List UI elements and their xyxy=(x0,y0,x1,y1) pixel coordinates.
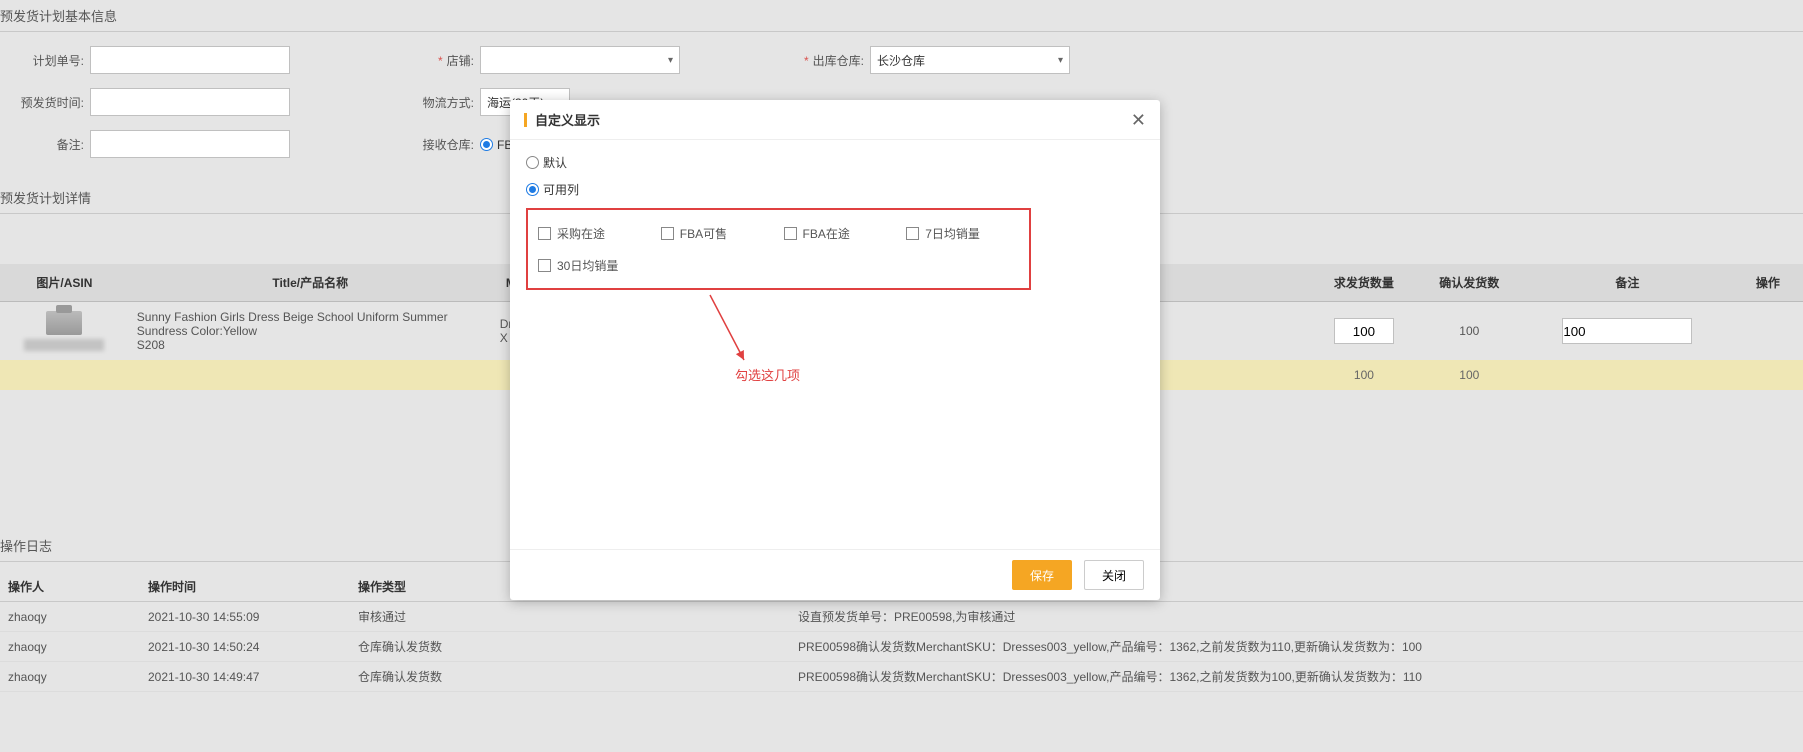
log-op: zhaoqy xyxy=(0,632,140,662)
log-time: 2021-10-30 14:55:09 xyxy=(140,602,350,632)
checkbox-col-fba-sellable[interactable]: FBA可售 xyxy=(661,225,774,242)
label-remark: 备注: xyxy=(0,136,90,153)
select-out-warehouse-value: 长沙仓库 xyxy=(877,52,925,69)
log-time: 2021-10-30 14:49:47 xyxy=(140,662,350,692)
radio-icon xyxy=(526,183,539,196)
product-image xyxy=(46,311,82,335)
checkbox-col-7day-avg[interactable]: 7日均销量 xyxy=(906,225,1019,242)
modal-title: 自定义显示 xyxy=(535,110,600,129)
th-remark: 备注 xyxy=(1522,264,1733,302)
th-op: 操作 xyxy=(1733,264,1803,302)
chevron-down-icon: ▾ xyxy=(668,55,673,66)
custom-columns-modal: 自定义显示 ✕ 默认 可用列 采购在途 FBA可售 FBA在途 xyxy=(510,100,1160,600)
input-preship-time[interactable] xyxy=(90,88,290,116)
input-req-qty[interactable] xyxy=(1334,318,1394,344)
log-time: 2021-10-30 14:50:24 xyxy=(140,632,350,662)
checkbox-icon xyxy=(661,227,674,240)
chk-label: 7日均销量 xyxy=(925,225,980,242)
radio-icon xyxy=(480,138,493,151)
select-shop[interactable]: ▾ xyxy=(480,46,680,74)
select-out-warehouse[interactable]: 长沙仓库 ▾ xyxy=(870,46,1070,74)
label-shop: 店铺: xyxy=(390,52,480,69)
close-button[interactable]: 关闭 xyxy=(1084,560,1144,590)
label-logistics: 物流方式: xyxy=(390,94,480,111)
label-preship-time: 预发货时间: xyxy=(0,94,90,111)
radio-default-label: 默认 xyxy=(543,154,567,171)
th-log-time: 操作时间 xyxy=(140,572,350,602)
radio-icon xyxy=(526,156,539,169)
log-desc: 设直预发货单号：PRE00598,为审核通过 xyxy=(790,602,1803,632)
asin-text xyxy=(24,339,104,351)
checkbox-icon xyxy=(538,227,551,240)
th-confirm-qty: 确认发货数 xyxy=(1417,264,1522,302)
product-code: S208 xyxy=(137,338,484,352)
input-plan-no[interactable] xyxy=(90,46,290,74)
checkbox-icon xyxy=(906,227,919,240)
checkbox-col-fba-transit[interactable]: FBA在途 xyxy=(784,225,897,242)
cell-confirm-qty: 100 xyxy=(1417,302,1522,361)
radio-default[interactable]: 默认 xyxy=(526,154,1144,171)
input-remark[interactable] xyxy=(90,130,290,158)
close-icon[interactable]: ✕ xyxy=(1131,111,1146,129)
checkbox-col-30day-avg[interactable]: 30日均销量 xyxy=(538,257,651,274)
log-row: zhaoqy 2021-10-30 14:50:24 仓库确认发货数 PRE00… xyxy=(0,632,1803,662)
log-op: zhaoqy xyxy=(0,602,140,632)
checkbox-icon xyxy=(784,227,797,240)
available-columns-box: 采购在途 FBA可售 FBA在途 7日均销量 30日均销量 xyxy=(526,208,1031,290)
log-row: zhaoqy 2021-10-30 14:49:47 仓库确认发货数 PRE00… xyxy=(0,662,1803,692)
th-log-operator: 操作人 xyxy=(0,572,140,602)
sum-req-qty: 100 xyxy=(1311,360,1416,390)
product-title: Sunny Fashion Girls Dress Beige School U… xyxy=(137,310,484,338)
chk-label: FBA可售 xyxy=(680,225,727,242)
checkbox-col-purchase-transit[interactable]: 采购在途 xyxy=(538,225,651,242)
log-row: zhaoqy 2021-10-30 14:55:09 审核通过 设直预发货单号：… xyxy=(0,602,1803,632)
chk-label: 采购在途 xyxy=(557,225,605,242)
log-op: zhaoqy xyxy=(0,662,140,692)
accent-bar-icon xyxy=(524,113,527,127)
log-type: 仓库确认发货数 xyxy=(350,662,790,692)
log-type: 仓库确认发货数 xyxy=(350,632,790,662)
checkbox-icon xyxy=(538,259,551,272)
label-out-warehouse: 出库仓库: xyxy=(780,52,870,69)
th-img-asin: 图片/ASIN xyxy=(0,264,129,302)
section-basic-info-title: 预发货计划基本信息 xyxy=(0,0,1803,32)
sum-confirm-qty: 100 xyxy=(1417,360,1522,390)
radio-available-label: 可用列 xyxy=(543,181,579,198)
th-title: Title/产品名称 xyxy=(129,264,492,302)
log-desc: PRE00598确认发货数MerchantSKU：Dresses003_yell… xyxy=(790,662,1803,692)
input-row-remark[interactable] xyxy=(1562,318,1692,344)
radio-available[interactable]: 可用列 xyxy=(526,181,1144,198)
save-button[interactable]: 保存 xyxy=(1012,560,1072,590)
label-plan-no: 计划单号: xyxy=(0,52,90,69)
log-desc: PRE00598确认发货数MerchantSKU：Dresses003_yell… xyxy=(790,632,1803,662)
annotation-text: 勾选这几项 xyxy=(735,365,800,384)
modal-header: 自定义显示 ✕ xyxy=(510,100,1160,140)
th-req-qty: 求发货数量 xyxy=(1311,264,1416,302)
label-recv-warehouse: 接收仓库: xyxy=(390,136,480,153)
log-type: 审核通过 xyxy=(350,602,790,632)
modal-footer: 保存 关闭 xyxy=(510,549,1160,600)
chk-label: FBA在途 xyxy=(803,225,850,242)
chk-label: 30日均销量 xyxy=(557,257,618,274)
chevron-down-icon: ▾ xyxy=(1058,55,1063,66)
